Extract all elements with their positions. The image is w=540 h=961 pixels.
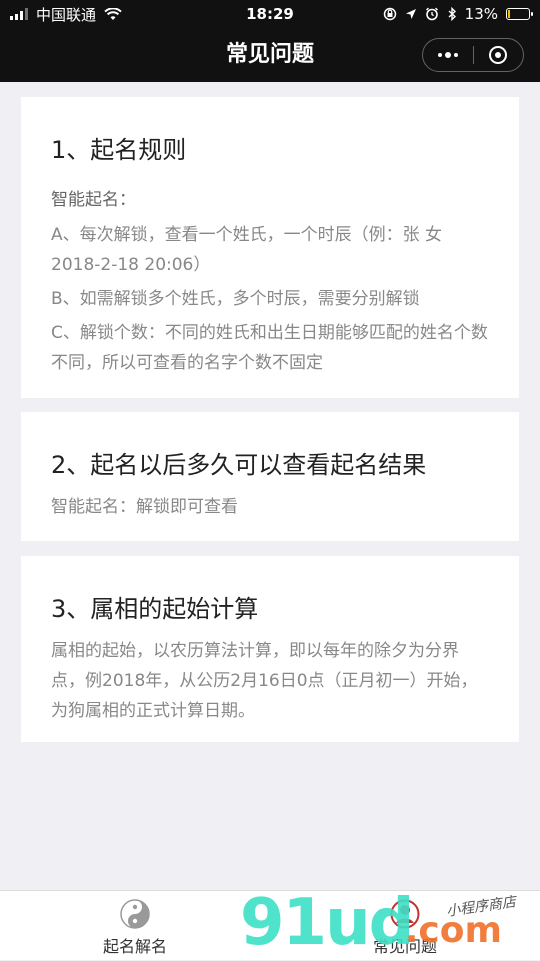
orientation-lock-icon (383, 7, 396, 21)
tab-bar: 起名解名 常见问题 (0, 890, 540, 960)
faq-card-zodiac-start: 3、属相的起始计算 属相的起始，以农历算法计算，即以每年的除夕为分界点，例201… (21, 556, 519, 742)
more-button[interactable] (423, 39, 473, 71)
battery-fill (508, 10, 510, 18)
faq-body: 智能起名：解锁即可查看 (51, 497, 238, 517)
faq-card-view-results: 2、起名以后多久可以查看起名结果 智能起名：解锁即可查看 (21, 412, 519, 541)
faq-body: 属相的起始，以农历算法计算，即以每年的除夕为分界点，例2018年，从公历2月16… (51, 641, 478, 721)
tab-naming[interactable]: 起名解名 (0, 891, 270, 961)
status-bar: 中国联通 18:29 13% (0, 0, 540, 28)
status-time: 18:29 (246, 5, 294, 23)
signal-icon (10, 8, 28, 20)
faq-item: B、如需解锁多个姓氏，多个时辰，需要分别解锁 (51, 289, 420, 309)
battery-percent: 13% (464, 5, 498, 23)
tab-label: 起名解名 (102, 937, 167, 956)
faq-item: A、每次解锁，查看一个姓氏，一个时辰（例：张 女 2018-2-18 20:06… (51, 225, 443, 275)
alarm-icon (425, 7, 438, 21)
tab-label: 常见问题 (372, 937, 437, 956)
faq-subheading: 智能起名： (51, 190, 136, 210)
carrier-label: 中国联通 (36, 5, 97, 24)
battery-icon (506, 8, 533, 20)
close-button[interactable] (473, 39, 523, 71)
faq-heading: 3、属相的起始计算 (51, 595, 259, 623)
wifi-icon (104, 7, 122, 20)
bluetooth-icon (448, 7, 456, 21)
status-left: 中国联通 (10, 4, 200, 25)
user-circle-icon (390, 899, 420, 929)
faq-heading: 1、起名规则 (51, 136, 187, 164)
faq-item: C、解锁个数：不同的姓氏和出生日期能够匹配的姓名个数不同，所以可查看的名字个数不… (51, 323, 488, 373)
nav-bar: 常见问题 (0, 28, 540, 82)
tab-faq[interactable]: 常见问题 (270, 891, 540, 961)
location-icon (405, 9, 416, 19)
faq-card-naming-rules: 1、起名规则 智能起名： A、每次解锁，查看一个姓氏，一个时辰（例：张 女 20… (21, 97, 519, 398)
more-dots-icon (437, 52, 458, 58)
status-right: 13% (340, 5, 533, 23)
faq-heading: 2、起名以后多久可以查看起名结果 (51, 451, 427, 479)
target-circle-icon (489, 46, 508, 64)
yin-yang-icon (120, 899, 150, 929)
mini-program-capsule (422, 38, 524, 72)
